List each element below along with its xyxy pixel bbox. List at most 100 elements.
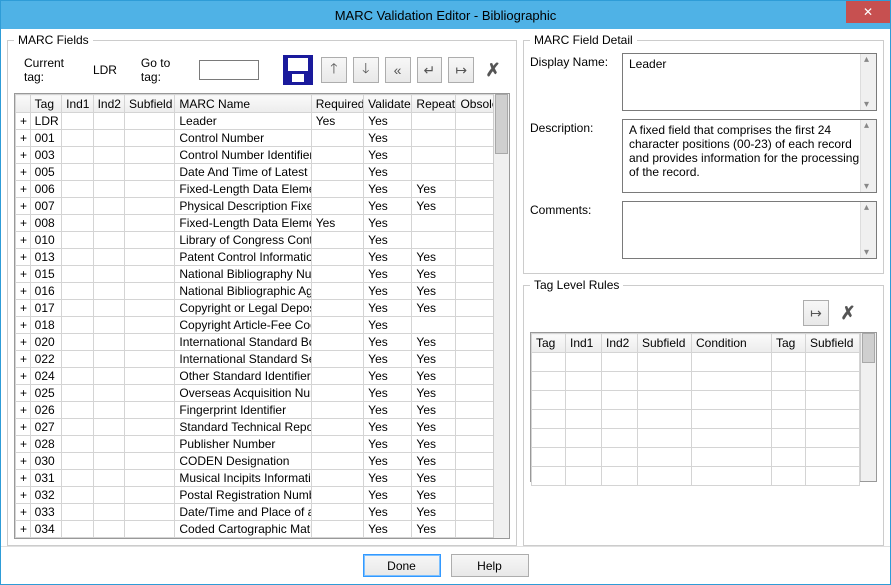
table-row[interactable]: +017Copyright or Legal DepositYesYes <box>16 300 509 317</box>
table-row[interactable]: +027Standard Technical ReportYesYes <box>16 419 509 436</box>
table-row[interactable] <box>532 353 860 372</box>
table-row[interactable]: +010Library of Congress ContrYes <box>16 232 509 249</box>
table-row[interactable]: +030CODEN DesignationYesYes <box>16 453 509 470</box>
table-row[interactable]: +033Date/Time and Place of anYesYes <box>16 504 509 521</box>
collapse-button[interactable]: « <box>385 57 411 83</box>
field-detail-panel: MARC Field Detail Display Name: Leader D… <box>523 33 884 274</box>
column-header[interactable]: Condition <box>692 334 772 353</box>
column-header[interactable]: Tag <box>532 334 566 353</box>
rules-scrollbar[interactable] <box>860 333 876 481</box>
table-row[interactable]: +035System Control NumberYesYes <box>16 538 509 539</box>
go-to-tag-input[interactable] <box>199 60 259 80</box>
save-button[interactable] <box>281 53 315 87</box>
table-row[interactable]: +028Publisher NumberYesYes <box>16 436 509 453</box>
move-up-button[interactable]: 🡑 <box>321 57 347 83</box>
table-row[interactable]: +034Coded Cartographic MatheYesYes <box>16 521 509 538</box>
marc-fields-legend: MARC Fields <box>14 33 93 47</box>
rules-grid[interactable]: TagInd1Ind2SubfieldConditionTagSubfield <box>530 332 877 482</box>
table-row[interactable]: +025Overseas Acquisition NumlYesYes <box>16 385 509 402</box>
display-name-value: Leader <box>629 57 666 71</box>
column-header[interactable]: Subfield <box>638 334 692 353</box>
table-row[interactable]: +013Patent Control InformatiorYesYes <box>16 249 509 266</box>
column-header[interactable]: Ind2 <box>93 95 124 113</box>
app-window: MARC Validation Editor - Bibliographic ✕… <box>0 0 891 585</box>
fields-table: TagInd1Ind2SubfieldMARC NameRequiredVali… <box>15 94 509 538</box>
field-detail-legend: MARC Field Detail <box>530 33 637 47</box>
column-header[interactable]: Subfield <box>125 95 175 113</box>
column-header[interactable] <box>16 95 31 113</box>
rule-forward-button[interactable]: ↦ <box>803 300 829 326</box>
fields-grid[interactable]: TagInd1Ind2SubfieldMARC NameRequiredVali… <box>14 93 510 539</box>
scroll-icon[interactable] <box>860 120 876 192</box>
scroll-icon[interactable] <box>860 202 876 258</box>
fields-scrollbar[interactable] <box>493 94 509 538</box>
table-row[interactable] <box>532 410 860 429</box>
comments-label: Comments: <box>530 201 614 259</box>
forward-button[interactable]: ↦ <box>448 57 474 83</box>
delete-x-icon: ✗ <box>486 60 501 81</box>
forward-icon: ↦ <box>455 62 467 79</box>
table-row[interactable]: +003Control Number IdentifierYes <box>16 147 509 164</box>
column-header[interactable]: Tag <box>30 95 61 113</box>
content-area: MARC Fields Current tag: LDR Go to tag: … <box>1 29 890 546</box>
table-row[interactable]: +LDRLeaderYesYes <box>16 113 509 130</box>
table-row[interactable]: +007Physical Description FixedYesYes <box>16 198 509 215</box>
close-icon: ✕ <box>863 5 873 19</box>
scroll-thumb[interactable] <box>495 94 508 154</box>
table-row[interactable]: +015National Bibliography NumlYesYes <box>16 266 509 283</box>
table-row[interactable]: +006Fixed-Length Data ElemenYesYes <box>16 181 509 198</box>
column-header[interactable]: Ind1 <box>566 334 602 353</box>
fields-toolbar: Current tag: LDR Go to tag: 🡑 🡓 « ↵ ↦ ✗ <box>14 53 510 93</box>
column-header[interactable]: Required <box>311 95 363 113</box>
column-header[interactable]: Tag <box>772 334 806 353</box>
table-row[interactable]: +026Fingerprint IdentifierYesYes <box>16 402 509 419</box>
insert-button[interactable]: ↵ <box>417 57 443 83</box>
delete-x-icon: ✗ <box>840 303 855 324</box>
table-row[interactable]: +032Postal Registration NumbeYesYes <box>16 487 509 504</box>
column-header[interactable]: Repeat <box>412 95 456 113</box>
scroll-icon[interactable] <box>860 54 876 110</box>
table-row[interactable] <box>532 448 860 467</box>
description-input[interactable]: A fixed field that comprises the first 2… <box>622 119 877 193</box>
close-button[interactable]: ✕ <box>846 1 890 23</box>
tag-rules-legend: Tag Level Rules <box>530 278 623 292</box>
go-to-tag-label: Go to tag: <box>141 56 193 84</box>
column-header[interactable]: Ind2 <box>602 334 638 353</box>
table-row[interactable]: +016National Bibliographic AgeYesYes <box>16 283 509 300</box>
table-row[interactable]: +024Other Standard IdentifierYesYes <box>16 368 509 385</box>
display-name-input[interactable]: Leader <box>622 53 877 111</box>
table-row[interactable]: +022International Standard SeYesYes <box>16 351 509 368</box>
footer: Done Help <box>1 546 890 584</box>
table-row[interactable]: +031Musical Incipits InformatioYesYes <box>16 470 509 487</box>
table-row[interactable] <box>532 372 860 391</box>
comments-input[interactable] <box>622 201 877 259</box>
column-header[interactable]: Validate <box>364 95 412 113</box>
done-button[interactable]: Done <box>363 554 441 577</box>
titlebar: MARC Validation Editor - Bibliographic ✕ <box>1 1 890 29</box>
table-row[interactable]: +018Copyright Article-Fee CodYes <box>16 317 509 334</box>
table-row[interactable] <box>532 467 860 486</box>
column-header[interactable]: MARC Name <box>175 95 311 113</box>
table-row[interactable]: +001Control NumberYes <box>16 130 509 147</box>
insert-icon: ↵ <box>424 62 436 79</box>
column-header[interactable]: Subfield <box>806 334 860 353</box>
forward-icon: ↦ <box>810 305 822 322</box>
table-row[interactable]: +008Fixed-Length Data ElemenYesYes <box>16 215 509 232</box>
rule-delete-button[interactable]: ✗ <box>835 300 861 326</box>
table-row[interactable]: +020International Standard BoYesYes <box>16 334 509 351</box>
delete-button[interactable]: ✗ <box>480 57 506 83</box>
window-title: MARC Validation Editor - Bibliographic <box>1 8 890 23</box>
table-row[interactable] <box>532 391 860 410</box>
marc-fields-panel: MARC Fields Current tag: LDR Go to tag: … <box>7 33 517 546</box>
help-button[interactable]: Help <box>451 554 529 577</box>
table-row[interactable] <box>532 429 860 448</box>
scroll-thumb[interactable] <box>862 333 875 363</box>
move-down-button[interactable]: 🡓 <box>353 57 379 83</box>
description-value: A fixed field that comprises the first 2… <box>629 123 859 179</box>
right-panel: MARC Field Detail Display Name: Leader D… <box>523 33 884 546</box>
save-icon <box>283 55 313 85</box>
arrow-down-icon: 🡓 <box>362 58 369 82</box>
column-header[interactable]: Ind1 <box>62 95 93 113</box>
arrow-up-icon: 🡑 <box>330 58 337 82</box>
table-row[interactable]: +005Date And Time of Latest TYes <box>16 164 509 181</box>
